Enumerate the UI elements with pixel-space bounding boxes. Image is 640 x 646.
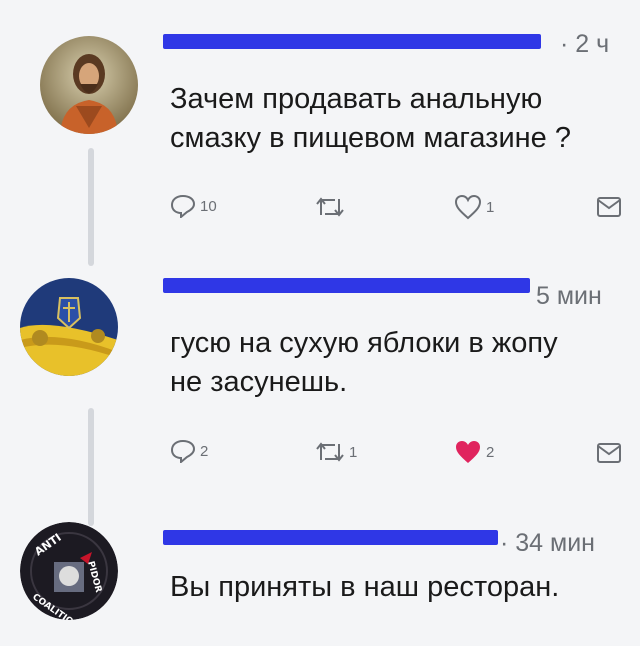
like-button[interactable]: 2 [454, 439, 494, 465]
share-button[interactable] [596, 442, 622, 464]
tweet-text: гусю на сухую яблоки в жопу не засунешь. [170, 327, 558, 398]
reply-count: 2 [200, 442, 209, 460]
like-count: 1 [486, 198, 495, 216]
tweet-timestamp: · 34 мин [500, 529, 595, 557]
tweet-timestamp: 5 мин [536, 282, 602, 310]
retweet-icon [316, 197, 344, 217]
reply-count: 10 [200, 197, 217, 215]
tweet-text: Вы приняты в наш ресторан. [170, 571, 560, 603]
like-count: 2 [486, 443, 495, 461]
avatar[interactable]: ANTI PIDOR COALITION [20, 522, 118, 620]
reply-icon [170, 194, 196, 218]
share-button[interactable] [596, 196, 622, 218]
retweet-button[interactable]: 1 [315, 441, 357, 463]
redacted-username [163, 530, 498, 545]
person-portrait-icon [40, 36, 138, 134]
flag-emblem-icon [20, 278, 118, 376]
redacted-username [163, 34, 541, 49]
share-mail-icon [597, 443, 621, 463]
reply-button[interactable]: 2 [170, 439, 208, 463]
tweet[interactable]: · 2 ч Зачем продавать анальную смазку в … [0, 0, 640, 250]
heart-outline-icon [454, 194, 482, 220]
share-mail-icon [597, 197, 621, 217]
like-button[interactable]: 1 [454, 194, 494, 220]
tweet-timestamp: · 2 ч [560, 30, 610, 58]
tweet[interactable]: ANTI PIDOR COALITION · 34 мин Вы приняты… [0, 508, 640, 646]
reply-button[interactable]: 10 [170, 194, 217, 218]
reply-icon [170, 439, 196, 463]
redacted-username [163, 278, 530, 293]
tweet-text: Зачем продавать анальную смазку в пищево… [170, 83, 571, 154]
retweet-icon [316, 442, 344, 462]
avatar[interactable] [40, 36, 138, 134]
heart-filled-icon [456, 441, 480, 463]
retweet-count: 1 [349, 443, 358, 461]
tweet[interactable]: 5 мин гусю на сухую яблоки в жопу не зас… [0, 260, 640, 500]
avatar[interactable] [20, 278, 118, 376]
anti-pidor-coalition-logo: ANTI PIDOR COALITION [20, 522, 118, 620]
retweet-button[interactable] [315, 196, 349, 218]
